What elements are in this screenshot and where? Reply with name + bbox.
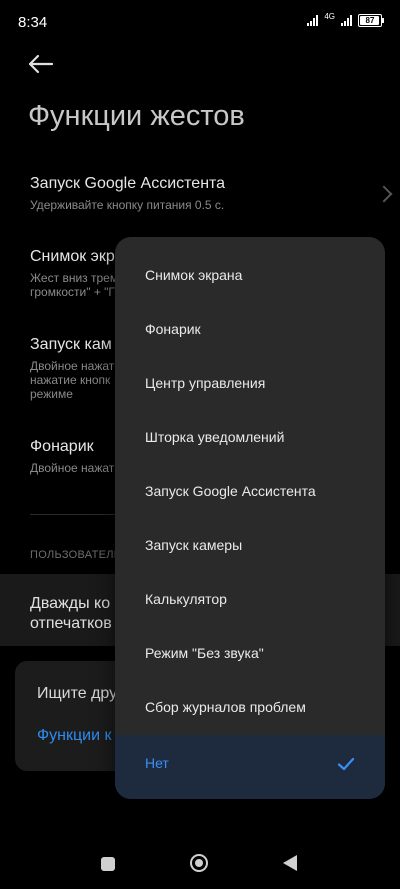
menu-item-camera[interactable]: Запуск камеры	[115, 519, 385, 573]
battery-icon: 87	[358, 14, 384, 27]
section-label: ПОЛЬЗОВАТЕЛЬ	[30, 549, 122, 561]
menu-item-notification-shade[interactable]: Шторка уведомлений	[115, 411, 385, 465]
network-type: 4G	[324, 12, 335, 21]
menu-item-label: Нет	[145, 755, 169, 771]
menu-item-calculator[interactable]: Калькулятор	[115, 573, 385, 627]
signal-icon	[307, 15, 319, 26]
menu-item-bug-report[interactable]: Сбор журналов проблем	[115, 681, 385, 735]
menu-item-none[interactable]: Нет	[115, 735, 385, 799]
menu-item-label: Калькулятор	[145, 591, 227, 607]
card-link[interactable]: Функции к	[37, 727, 111, 745]
menu-item-flashlight[interactable]: Фонарик	[115, 303, 385, 357]
back-triangle-icon[interactable]	[283, 855, 297, 871]
arrow-left-icon[interactable]	[26, 50, 56, 78]
setting-subtitle: Удерживайте кнопку питания 0.5 с.	[30, 198, 225, 212]
home-circle-icon[interactable]	[190, 854, 208, 872]
card-question: Ищите дру	[37, 685, 118, 702]
menu-item-label: Фонарик	[145, 321, 201, 337]
menu-item-label: Запуск камеры	[145, 537, 243, 553]
action-menu: Снимок экрана Фонарик Центр управления Ш…	[115, 237, 385, 799]
menu-item-screenshot[interactable]: Снимок экрана	[115, 249, 385, 303]
system-nav-bar	[0, 835, 400, 889]
menu-item-label: Снимок экрана	[145, 267, 243, 283]
menu-item-label: Сбор журналов проблем	[145, 699, 306, 715]
chevron-right-icon	[375, 185, 393, 203]
menu-item-label: Шторка уведомлений	[145, 429, 285, 445]
menu-item-control-center[interactable]: Центр управления	[115, 357, 385, 411]
recents-square-icon[interactable]	[101, 857, 115, 871]
battery-level: 87	[365, 16, 375, 25]
menu-item-silent-mode[interactable]: Режим "Без звука"	[115, 627, 385, 681]
page-title: Функции жестов	[28, 100, 245, 132]
status-icons: 4G 87	[307, 12, 384, 27]
menu-item-google-assistant[interactable]: Запуск Google Ассистента	[115, 465, 385, 519]
menu-item-label: Запуск Google Ассистента	[145, 483, 316, 499]
status-time: 8:34	[18, 14, 48, 31]
menu-item-label: Режим "Без звука"	[145, 645, 264, 661]
checkmark-icon	[337, 757, 355, 771]
setting-google-assistant[interactable]: Запуск Google Ассистента Удерживайте кно…	[30, 175, 375, 212]
menu-item-label: Центр управления	[145, 375, 266, 391]
setting-title: Запуск Google Ассистента	[30, 175, 226, 192]
status-bar: 8:34 4G 87	[0, 0, 400, 44]
signal-icon-2	[341, 15, 352, 26]
